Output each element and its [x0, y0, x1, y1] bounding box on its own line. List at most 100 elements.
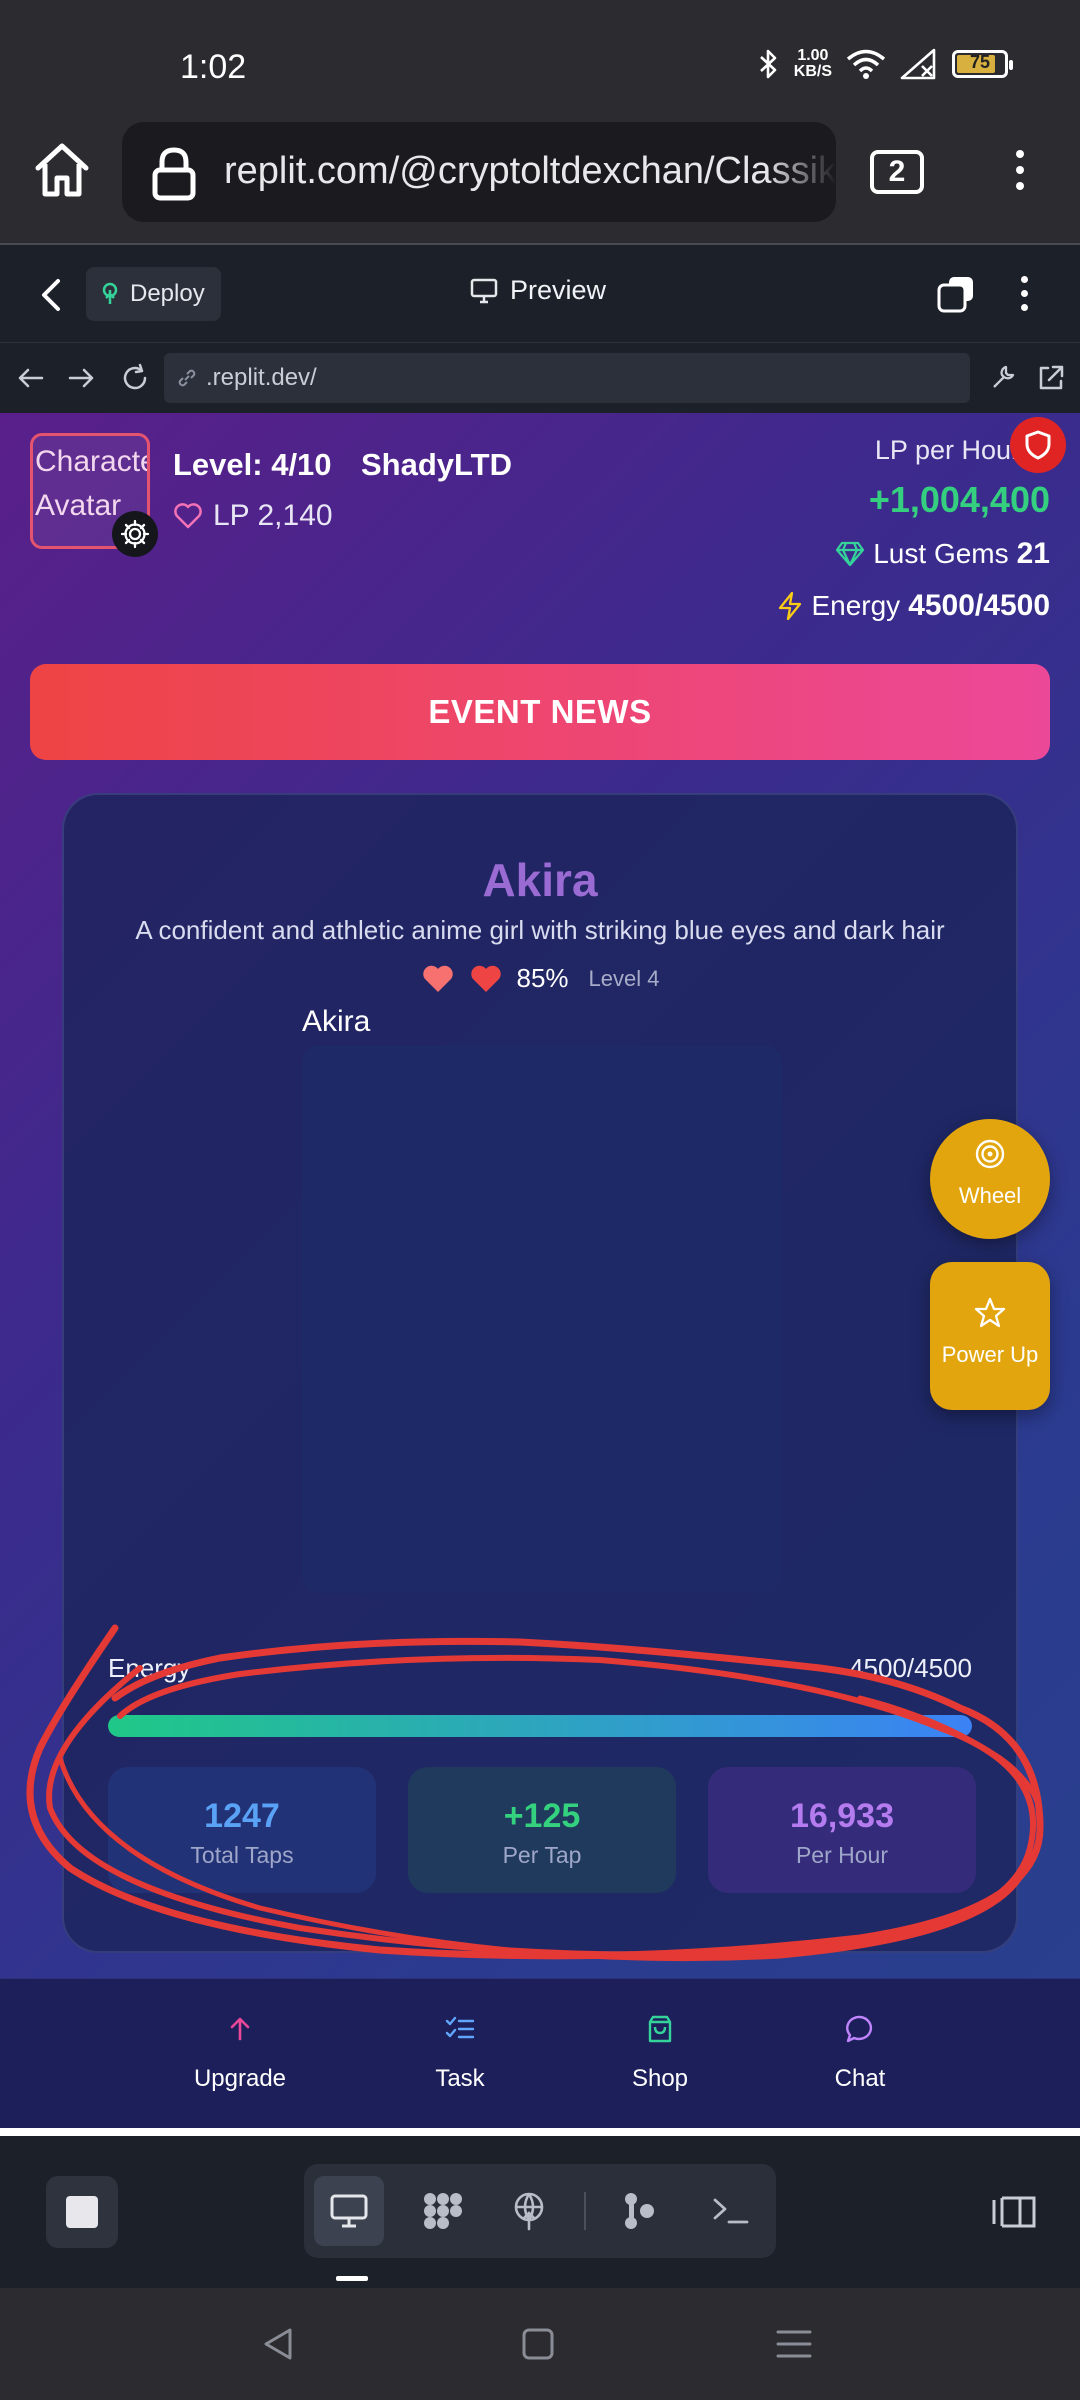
blocks-icon — [424, 2193, 462, 2229]
agent-tool-button[interactable] — [604, 2176, 674, 2246]
target-icon — [975, 1139, 1005, 1169]
windows-icon[interactable] — [937, 275, 975, 313]
lp-per-hour-label: LP per Hour — [874, 435, 1020, 465]
status-time: 1:02 — [180, 48, 247, 86]
network-speed: 1.00 KB/S — [794, 48, 832, 80]
refresh-icon[interactable] — [120, 363, 150, 393]
lightning-icon — [779, 591, 802, 621]
deploy-button[interactable]: Deploy — [86, 267, 221, 321]
energy-status: Energy 4500/4500 — [777, 589, 1050, 623]
stat-label: Per Tap — [502, 1842, 582, 1868]
arrow-up-icon — [230, 2017, 250, 2041]
gems-label: Lust Gems — [873, 538, 1009, 569]
preview-url-field[interactable]: .replit.dev/ — [164, 353, 970, 403]
preview-address-bar: .replit.dev/ — [0, 343, 1080, 413]
nav-shop-label: Shop — [631, 2065, 689, 2092]
arrow-left-icon[interactable] — [16, 363, 46, 393]
divider — [0, 2128, 1080, 2136]
url-text: replit.com/@cryptoltdexchan/ClassikLust — [224, 150, 836, 192]
preview-tool-button[interactable] — [314, 2176, 384, 2246]
nav-chat[interactable]: Chat — [780, 2009, 940, 2093]
workspace-tool-button[interactable] — [408, 2176, 478, 2246]
energy-bar — [108, 1715, 972, 1737]
character-description: A confident and athletic anime girl with… — [135, 915, 945, 945]
deploy-label: Deploy — [130, 280, 205, 307]
bluetooth-icon — [759, 49, 777, 79]
wrench-icon[interactable] — [988, 363, 1018, 393]
player-level: Level: 4/10 — [173, 447, 332, 482]
shell-tool-button[interactable] — [696, 2176, 766, 2246]
url-fade — [766, 122, 836, 222]
character-level-tag: Level 4 — [588, 965, 660, 991]
lp-value: LP 2,140 — [213, 499, 333, 532]
stat-total-taps: 1247 Total Taps — [108, 1767, 376, 1893]
wheel-button[interactable]: Wheel — [930, 1119, 1050, 1239]
browser-toolbar: replit.com/@cryptoltdexchan/ClassikLust … — [0, 110, 1080, 245]
deploy-tool-button[interactable] — [494, 2176, 564, 2246]
energy-bar-fill — [108, 1715, 972, 1737]
replit-header: Deploy Preview — [0, 245, 1080, 343]
arrow-right-icon[interactable] — [66, 363, 96, 393]
admin-shield-button[interactable] — [1010, 417, 1066, 473]
back-triangle-icon[interactable] — [258, 2324, 298, 2364]
power-up-label: Power Up — [941, 1342, 1039, 1367]
terminal-icon — [713, 2198, 749, 2224]
nav-upgrade-label: Upgrade — [193, 2065, 287, 2092]
wheel-label: Wheel — [958, 1183, 1022, 1208]
gear-icon — [120, 519, 150, 549]
monitor-icon — [330, 2194, 368, 2228]
gems-value: 21 — [1016, 537, 1050, 570]
character-card: Akira A confident and athletic anime gir… — [62, 793, 1018, 1953]
tool-group — [304, 2164, 776, 2258]
tool-separator — [584, 2192, 586, 2230]
settings-button[interactable] — [112, 511, 158, 557]
network-speed-unit: KB/S — [793, 63, 832, 80]
energy-label: Energy — [811, 590, 901, 621]
recents-menu-icon[interactable] — [774, 2324, 814, 2364]
character-name: Akira — [482, 854, 598, 906]
app-bottom-nav: Upgrade Task Shop Chat — [0, 1978, 1080, 2128]
nav-task[interactable]: Task — [380, 2009, 540, 2093]
active-tool-indicator — [336, 2276, 368, 2281]
power-up-button[interactable]: Power Up — [930, 1262, 1050, 1410]
stop-button[interactable] — [46, 2176, 118, 2248]
status-bar: 1:02 1.00 KB/S 75 — [0, 0, 1080, 110]
preview-tab[interactable]: Preview — [470, 275, 606, 306]
deploy-icon — [102, 282, 118, 304]
url-bar[interactable]: replit.com/@cryptoltdexchan/ClassikLust — [122, 122, 836, 222]
external-link-icon[interactable] — [1036, 363, 1066, 393]
event-news-button[interactable]: EVENT NEWS — [30, 664, 1050, 760]
system-nav-bar — [0, 2288, 1080, 2400]
battery-icon: 75 — [952, 50, 1013, 78]
nav-upgrade[interactable]: Upgrade — [160, 2009, 320, 2093]
network-speed-value: 1.00 — [797, 47, 829, 64]
red-heart-icon — [470, 965, 501, 992]
stat-per-tap: +125 Per Tap — [408, 1767, 676, 1893]
character-image[interactable] — [302, 1045, 782, 1593]
game-app: Character Avatar Level: 4/10 ShadyLTD LP… — [0, 413, 1080, 1978]
gem-icon — [836, 541, 865, 567]
replit-dev-toolbar — [0, 2136, 1080, 2288]
status-icons: 1.00 KB/S 75 — [758, 48, 1013, 80]
browser-menu-icon[interactable] — [1000, 144, 1040, 204]
player-username: ShadyLTD — [361, 447, 512, 482]
globe-upload-icon — [514, 2192, 544, 2231]
shopping-bag-icon — [648, 2015, 672, 2043]
battery-level: 75 — [969, 52, 991, 72]
home-icon[interactable] — [30, 138, 94, 202]
lp-per-hour-value: +1,004,400 — [868, 479, 1050, 520]
home-square-icon[interactable] — [518, 2324, 558, 2364]
stat-label: Total Taps — [190, 1842, 294, 1868]
stat-value: 1247 — [204, 1797, 280, 1835]
replit-menu-icon[interactable] — [1014, 271, 1034, 321]
character-image-alt: Akira — [302, 1005, 371, 1038]
energy-bar-header: Energy 4500/4500 — [108, 1653, 972, 1684]
nav-shop[interactable]: Shop — [580, 2009, 740, 2093]
layout-toggle-icon[interactable] — [990, 2192, 1040, 2232]
tab-switcher-button[interactable]: 2 — [870, 150, 924, 194]
stop-icon — [66, 2196, 98, 2228]
stat-label: Per Hour — [795, 1842, 889, 1868]
chevron-left-icon[interactable] — [36, 275, 66, 315]
star-icon — [974, 1297, 1006, 1328]
affection-row: 85% Level 4 — [64, 963, 1016, 994]
